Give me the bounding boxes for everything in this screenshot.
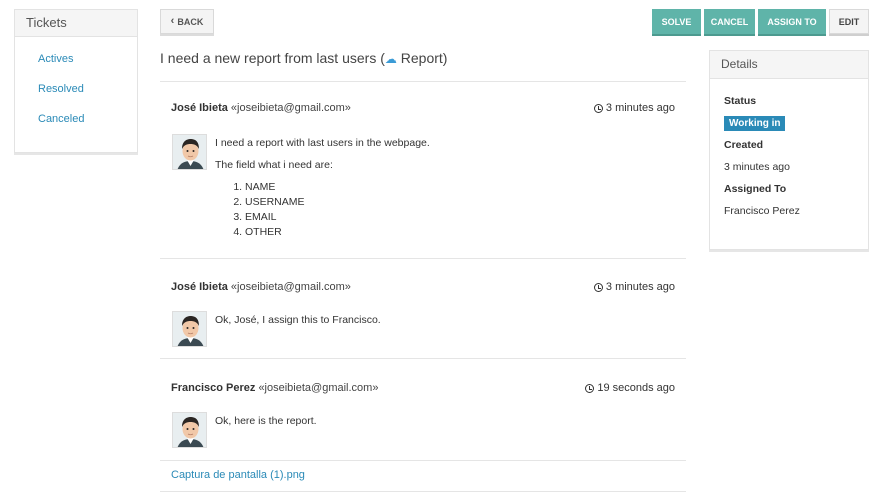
- message-body: Ok, here is the report.: [215, 414, 317, 429]
- message-item: Francisco Perez «joseibieta@gmail.com» 1…: [160, 382, 686, 461]
- message-author-line: José Ibieta «joseibieta@gmail.com»: [171, 281, 351, 293]
- message-email: «joseibieta@gmail.com»: [230, 281, 351, 293]
- message-author: José Ibieta: [171, 102, 228, 114]
- back-button[interactable]: ‹ BACK: [160, 9, 214, 34]
- chevron-left-icon: ‹: [170, 15, 175, 27]
- clock-icon: [593, 103, 603, 113]
- created-value: 3 minutes ago: [724, 161, 790, 173]
- ticket-category: Report: [400, 50, 443, 66]
- cancel-button[interactable]: CANCEL: [704, 9, 755, 34]
- avatar: [172, 134, 207, 170]
- clock-icon: [593, 282, 603, 292]
- sidebar-list: Actives Resolved Canceled: [15, 37, 137, 139]
- message-item: José Ibieta «joseibieta@gmail.com» 3 min…: [160, 281, 686, 359]
- message-author: José Ibieta: [171, 281, 228, 293]
- message-email: «joseibieta@gmail.com»: [230, 102, 351, 114]
- message-line: I need a report with last users in the w…: [215, 137, 430, 149]
- edit-button[interactable]: EDIT: [829, 9, 869, 34]
- details-title: Details: [710, 51, 868, 79]
- assigned-label: Assigned To: [724, 183, 787, 195]
- divider: [160, 491, 686, 492]
- cloud-icon: ☁: [384, 52, 397, 66]
- list-item: OTHER: [245, 225, 430, 240]
- list-item: NAME: [245, 180, 430, 195]
- message-author-line: José Ibieta «joseibieta@gmail.com»: [171, 102, 351, 114]
- divider: [160, 81, 686, 82]
- back-button-label: BACK: [177, 16, 204, 27]
- message-author: Francisco Perez: [171, 382, 256, 394]
- list-item: EMAIL: [245, 210, 430, 225]
- avatar: [172, 311, 207, 347]
- message-item: José Ibieta «joseibieta@gmail.com» 3 min…: [160, 102, 686, 259]
- tickets-sidebar: Tickets Actives Resolved Canceled: [14, 9, 138, 153]
- status-label: Status: [724, 95, 757, 107]
- message-time-text: 3 minutes ago: [605, 281, 675, 293]
- assigned-value: Francisco Perez: [724, 205, 800, 217]
- ticket-title: I need a new report from last users (☁ R…: [160, 50, 447, 66]
- clock-icon: [585, 383, 595, 393]
- message-list: NAME USERNAME EMAIL OTHER: [215, 180, 430, 240]
- message-email: «joseibieta@gmail.com»: [258, 382, 379, 394]
- message-time: 3 minutes ago: [593, 102, 675, 114]
- message-time: 3 minutes ago: [593, 281, 675, 293]
- sidebar-title: Tickets: [15, 10, 137, 37]
- sidebar-item-canceled[interactable]: Canceled: [38, 109, 137, 139]
- status-badge-wrap: Working in: [724, 116, 786, 131]
- list-item: USERNAME: [245, 195, 430, 210]
- attachment-link[interactable]: Captura de pantalla (1).png: [171, 469, 305, 481]
- message-line: The field what i need are:: [215, 159, 333, 171]
- ticket-title-text: I need a new report from last users (: [160, 50, 385, 66]
- solve-button[interactable]: SOLVE: [652, 9, 701, 34]
- avatar: [172, 412, 207, 448]
- message-time: 19 seconds ago: [585, 382, 675, 394]
- status-badge: Working in: [724, 116, 786, 131]
- assign-to-button[interactable]: ASSIGN TO: [758, 9, 826, 34]
- created-label: Created: [724, 139, 764, 151]
- ticket-actions: SOLVE CANCEL ASSIGN TO EDIT: [652, 9, 869, 34]
- message-body: I need a report with last users in the w…: [215, 136, 430, 240]
- message-line: Ok, here is the report.: [215, 415, 317, 427]
- sidebar-item-actives[interactable]: Actives: [38, 49, 137, 79]
- message-body: Ok, José, I assign this to Francisco.: [215, 313, 381, 328]
- details-panel: Details Status Working in Created 3 minu…: [709, 50, 869, 250]
- sidebar-item-resolved[interactable]: Resolved: [38, 79, 137, 109]
- message-time-text: 3 minutes ago: [605, 102, 675, 114]
- ticket-page: Tickets Actives Resolved Canceled ‹ BACK…: [0, 0, 885, 497]
- ticket-title-suffix: ): [442, 50, 448, 66]
- message-line: Ok, José, I assign this to Francisco.: [215, 314, 381, 326]
- message-author-line: Francisco Perez «joseibieta@gmail.com»: [171, 382, 378, 394]
- message-time-text: 19 seconds ago: [597, 382, 675, 394]
